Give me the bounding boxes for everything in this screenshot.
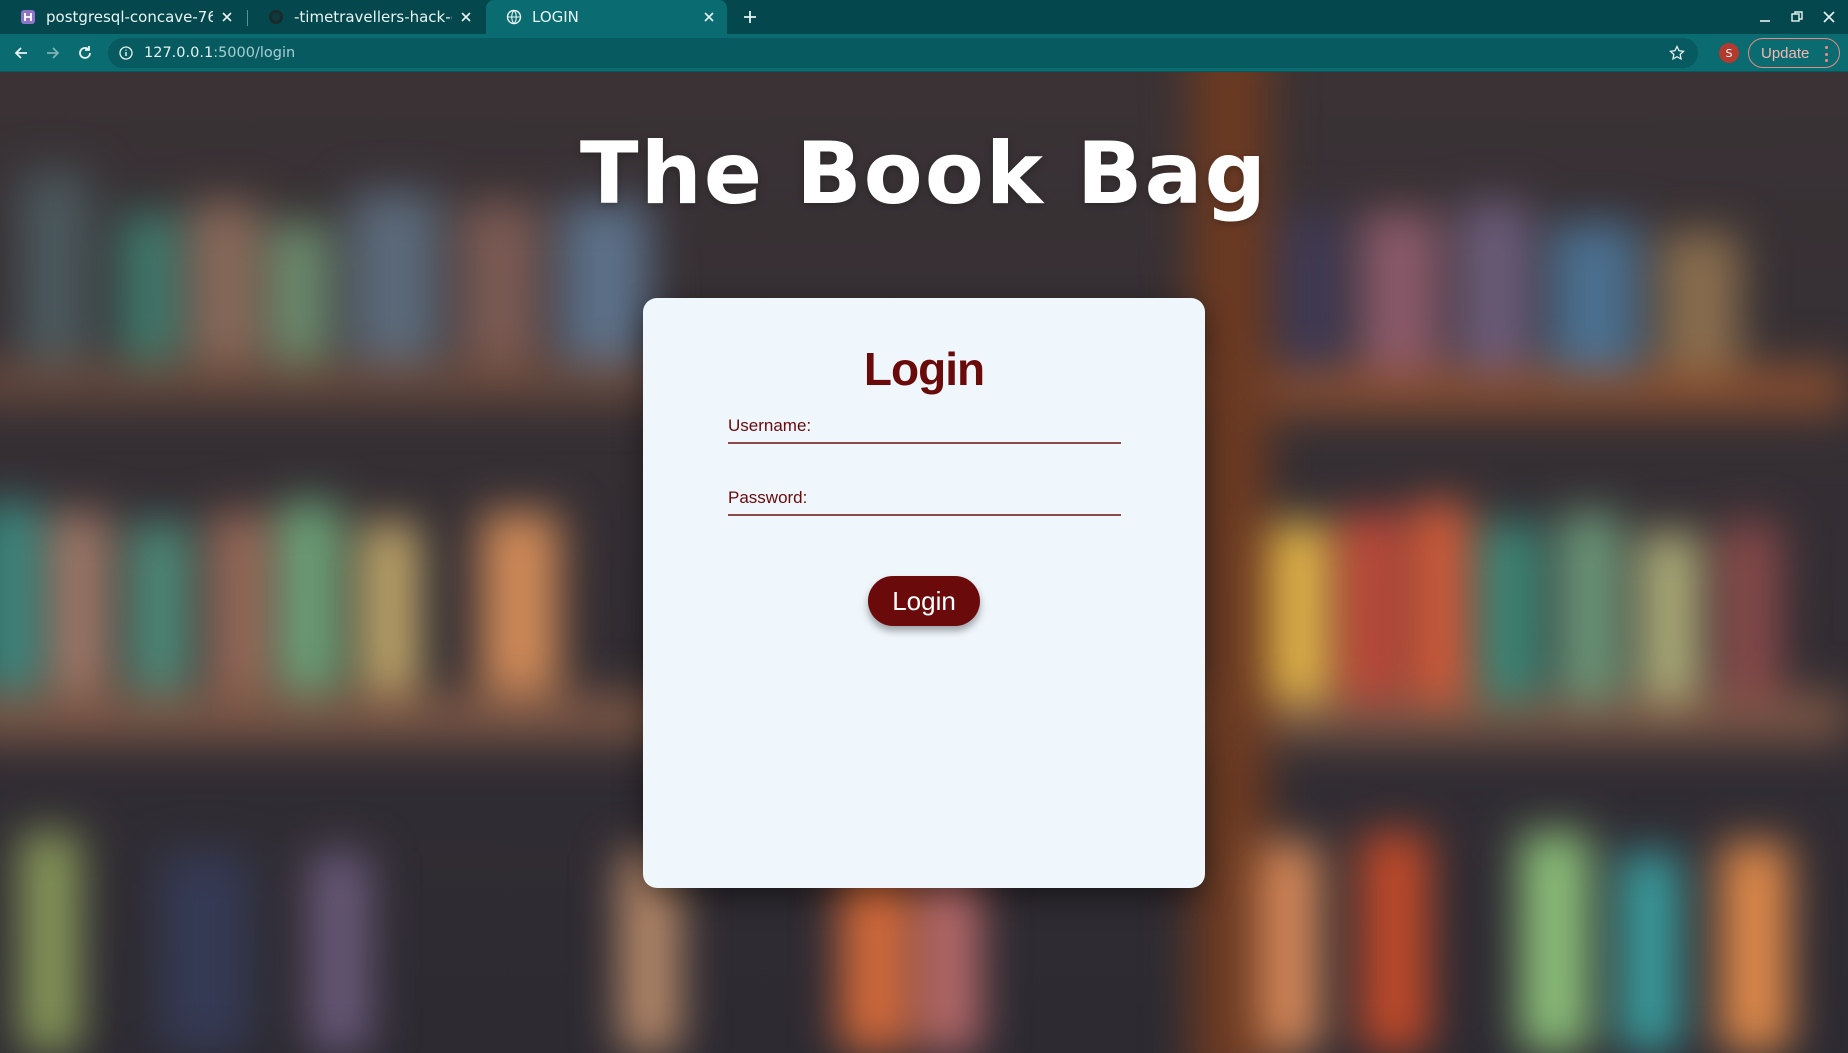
heroku-h-icon bbox=[20, 9, 36, 25]
forward-arrow-icon[interactable] bbox=[41, 41, 65, 65]
tab-postgresql[interactable]: postgresql-concave-7695... bbox=[0, 0, 245, 34]
page-viewport: The Book Bag Login Username: Password: L… bbox=[0, 72, 1848, 1053]
url-text: 127.0.0.1:5000/login bbox=[144, 45, 296, 61]
tab-github[interactable]: -timetravellers-hack-o-fie... bbox=[248, 0, 484, 34]
tab-title: postgresql-concave-7695... bbox=[46, 8, 213, 26]
tab-login[interactable]: LOGIN bbox=[486, 0, 727, 34]
globe-icon bbox=[506, 9, 522, 25]
browser-tab-strip: postgresql-concave-7695... -timetravelle… bbox=[0, 0, 1848, 34]
brand-title: The Book Bag bbox=[579, 124, 1269, 224]
address-bar[interactable]: 127.0.0.1:5000/login bbox=[108, 38, 1698, 68]
close-tab-icon[interactable] bbox=[219, 9, 235, 25]
update-button[interactable]: Update bbox=[1748, 38, 1840, 68]
update-label: Update bbox=[1761, 44, 1810, 62]
close-window-icon[interactable] bbox=[1816, 4, 1842, 30]
minimize-icon[interactable] bbox=[1752, 4, 1778, 30]
password-field[interactable]: Password: bbox=[728, 484, 1121, 516]
new-tab-button[interactable] bbox=[738, 5, 762, 29]
reload-icon[interactable] bbox=[73, 41, 97, 65]
login-heading: Login bbox=[863, 343, 985, 395]
login-card: Login Username: Password: Login bbox=[643, 298, 1205, 888]
menu-kebab-icon[interactable] bbox=[1825, 46, 1829, 62]
site-info-icon[interactable] bbox=[118, 45, 134, 61]
restore-icon[interactable] bbox=[1784, 4, 1810, 30]
profile-avatar[interactable]: S bbox=[1719, 43, 1739, 63]
bookmark-star-icon[interactable] bbox=[1668, 44, 1686, 62]
browser-toolbar: 127.0.0.1:5000/login S Update bbox=[0, 34, 1848, 72]
password-input[interactable] bbox=[728, 484, 1121, 514]
github-icon bbox=[268, 9, 284, 25]
login-button[interactable]: Login bbox=[868, 576, 980, 626]
username-input[interactable] bbox=[728, 412, 1121, 442]
tab-title: LOGIN bbox=[532, 8, 579, 26]
username-field[interactable]: Username: bbox=[728, 412, 1121, 444]
close-tab-icon[interactable] bbox=[701, 9, 717, 25]
close-tab-icon[interactable] bbox=[458, 9, 474, 25]
tab-title: -timetravellers-hack-o-fie... bbox=[294, 8, 452, 26]
back-arrow-icon[interactable] bbox=[9, 41, 33, 65]
